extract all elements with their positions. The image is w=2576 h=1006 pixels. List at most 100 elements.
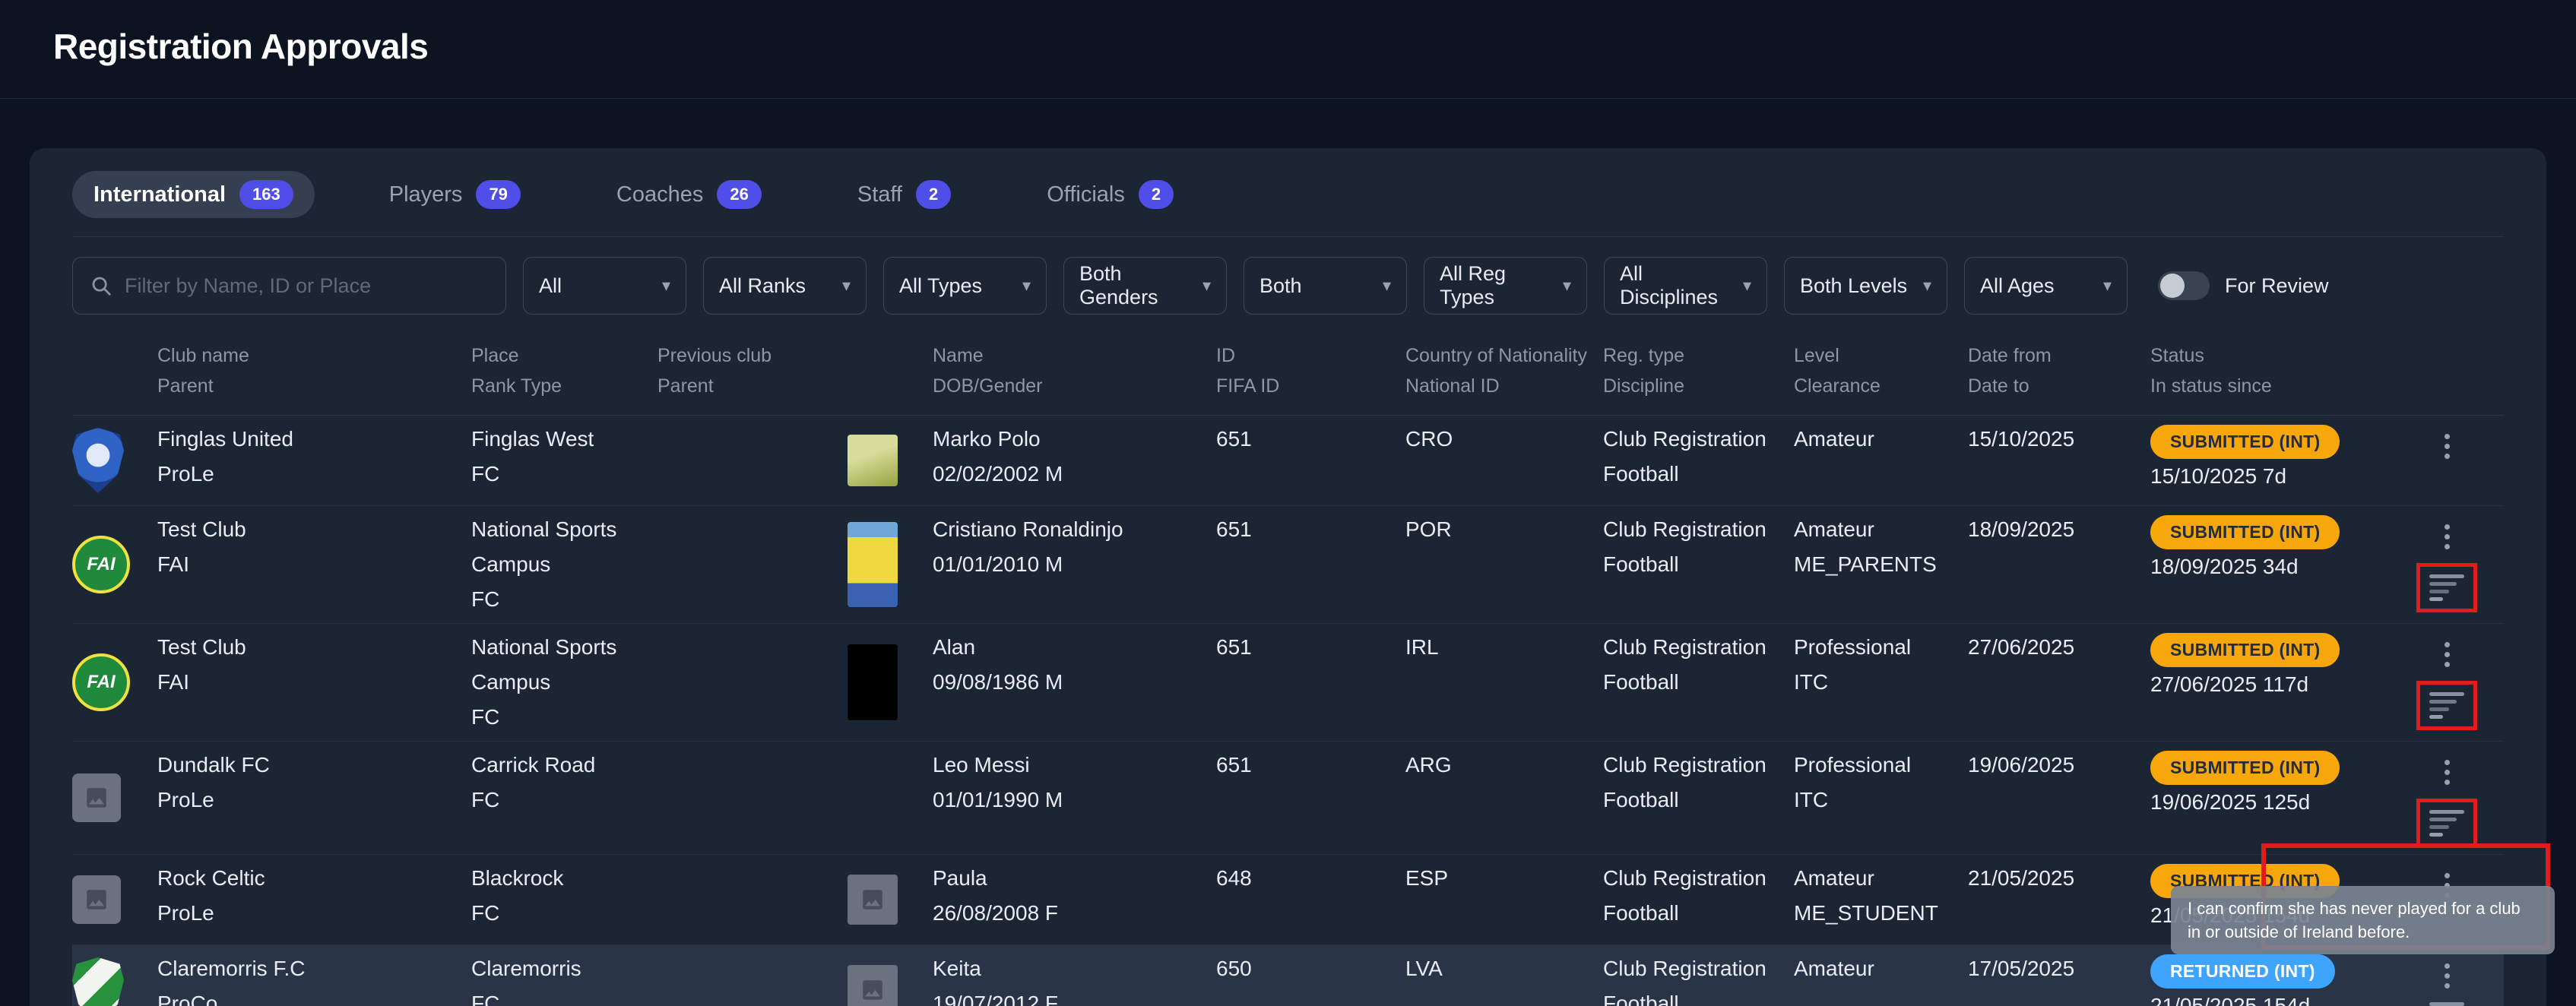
place: Carrick Road FC	[471, 748, 657, 818]
tab[interactable]: Staff 2	[836, 171, 972, 218]
column-header-reg-type: Reg. typeDiscipline	[1603, 340, 1794, 401]
club-parent: ProCo	[157, 986, 471, 1006]
row-menu-button[interactable]	[2437, 959, 2457, 993]
page-header: Registration Approvals	[0, 0, 2576, 99]
notes-icon[interactable]	[2429, 574, 2464, 601]
row-menu-button[interactable]	[2437, 755, 2457, 789]
club-name: Rock Celtic	[157, 861, 471, 896]
chevron-down-icon: ▾	[1923, 276, 1931, 296]
club-parent: FAI	[157, 665, 471, 700]
column-header-previous-club: Previous clubParent	[657, 340, 848, 401]
note-annotation	[2416, 681, 2477, 730]
club-name: Finglas United	[157, 422, 471, 457]
reg-type: Club Registration	[1603, 748, 1794, 783]
dropdown-value: Both	[1259, 274, 1302, 298]
in-status-since: 18/09/2025 34d	[2150, 549, 2405, 584]
level: Professional	[1794, 630, 1968, 665]
filter-dropdown[interactable]: All Types ▾	[883, 257, 1047, 315]
filter-dropdown[interactable]: All Ages ▾	[1964, 257, 2128, 315]
image-placeholder-icon	[860, 887, 886, 913]
search-icon	[90, 274, 112, 297]
country: POR	[1405, 512, 1603, 547]
player-id: 651	[1216, 512, 1405, 547]
column-header-id: IDFIFA ID	[1216, 340, 1405, 401]
for-review-toggle[interactable]	[2158, 271, 2210, 300]
status-badge: SUBMITTED (INT)	[2150, 425, 2340, 459]
image-placeholder-icon	[84, 887, 109, 913]
chevron-down-icon: ▾	[1383, 276, 1391, 296]
dropdown-value: All	[539, 274, 562, 298]
tab-label: Players	[389, 182, 463, 207]
chevron-down-icon: ▾	[1202, 276, 1211, 296]
table-row[interactable]: FAI Test ClubFAI National Sports Campus …	[72, 506, 2504, 624]
table-row[interactable]: Finglas UnitedProLe Finglas West FC Mark…	[72, 416, 2504, 506]
column-header-place: PlaceRank Type	[471, 340, 657, 401]
filter-dropdown[interactable]: All Disciplines ▾	[1604, 257, 1767, 315]
row-menu-button[interactable]	[2437, 429, 2457, 463]
filter-dropdown[interactable]: Both Levels ▾	[1784, 257, 1947, 315]
tab-label: International	[93, 182, 226, 207]
in-status-since: 21/05/2025 154d	[2150, 989, 2405, 1006]
table-row[interactable]: Dundalk FCProLe Carrick Road FC Leo Mess…	[72, 742, 2504, 855]
level: Amateur	[1794, 951, 1968, 986]
note-annotation	[2416, 799, 2477, 848]
status-badge: RETURNED (INT)	[2150, 954, 2335, 989]
tab-label: Officials	[1047, 182, 1125, 207]
level: Professional	[1794, 748, 1968, 783]
search-input[interactable]	[125, 274, 489, 298]
toggle-knob	[2160, 274, 2185, 298]
dropdown-value: Both Genders	[1079, 262, 1202, 309]
tab[interactable]: Officials 2	[1025, 171, 1195, 218]
club-badge	[72, 875, 121, 924]
table-row[interactable]: Claremorris F.CProCo Claremorris FC Keit…	[72, 945, 2504, 1006]
search-box[interactable]	[72, 257, 506, 315]
notes-icon[interactable]	[2429, 810, 2464, 837]
tab-count-badge: 26	[717, 180, 761, 209]
filter-dropdown[interactable]: All Reg Types ▾	[1424, 257, 1587, 315]
country: IRL	[1405, 630, 1603, 665]
player-name: Keita	[933, 951, 1216, 986]
row-menu-button[interactable]	[2437, 520, 2457, 554]
player-id: 651	[1216, 630, 1405, 665]
player-name: Marko Polo	[933, 422, 1216, 457]
club-parent: ProLe	[157, 896, 471, 931]
tab[interactable]: Players 79	[368, 171, 542, 218]
table-header: Club nameParent PlaceRank Type Previous …	[72, 321, 2504, 416]
chevron-down-icon: ▾	[1563, 276, 1571, 296]
filter-dropdown[interactable]: All Ranks ▾	[703, 257, 867, 315]
date-from: 18/09/2025	[1968, 512, 2150, 547]
place: Claremorris FC	[471, 951, 657, 1006]
club-name: Dundalk FC	[157, 748, 471, 783]
in-status-since: 19/06/2025 125d	[2150, 785, 2405, 820]
place: Finglas West FC	[471, 422, 657, 492]
player-name: Leo Messi	[933, 748, 1216, 783]
notes-icon[interactable]	[2429, 692, 2464, 719]
chevron-down-icon: ▾	[842, 276, 851, 296]
notes-icon[interactable]	[2429, 1002, 2464, 1006]
note-annotation	[2429, 473, 2464, 499]
row-menu-button[interactable]	[2437, 637, 2457, 672]
table-row[interactable]: FAI Test ClubFAI National Sports Campus …	[72, 624, 2504, 742]
page-title: Registration Approvals	[53, 26, 2523, 67]
clearance: ITC	[1794, 783, 1968, 818]
tab-count-badge: 79	[476, 180, 520, 209]
club-name: Test Club	[157, 512, 471, 547]
table-row[interactable]: Rock CelticProLe Blackrock FC Paula26/08…	[72, 855, 2504, 945]
dob-gender: 09/08/1986 M	[933, 665, 1216, 700]
tab[interactable]: Coaches 26	[595, 171, 783, 218]
country: LVA	[1405, 951, 1603, 986]
reg-type: Club Registration	[1603, 630, 1794, 665]
filter-dropdown[interactable]: All ▾	[523, 257, 686, 315]
club-badge: FAI	[72, 536, 130, 593]
note-annotation	[2429, 1002, 2464, 1006]
column-header-badge	[72, 340, 157, 401]
player-photo	[848, 875, 898, 925]
dob-gender: 19/07/2012 F	[933, 986, 1216, 1006]
reg-type: Club Registration	[1603, 861, 1794, 896]
filter-dropdown[interactable]: Both ▾	[1244, 257, 1407, 315]
tab[interactable]: International 163	[72, 171, 315, 218]
column-header-country: Country of NationalityNational ID	[1405, 340, 1603, 401]
date-from: 17/05/2025	[1968, 951, 2150, 986]
clearance: ITC	[1794, 665, 1968, 700]
filter-dropdown[interactable]: Both Genders ▾	[1063, 257, 1227, 315]
